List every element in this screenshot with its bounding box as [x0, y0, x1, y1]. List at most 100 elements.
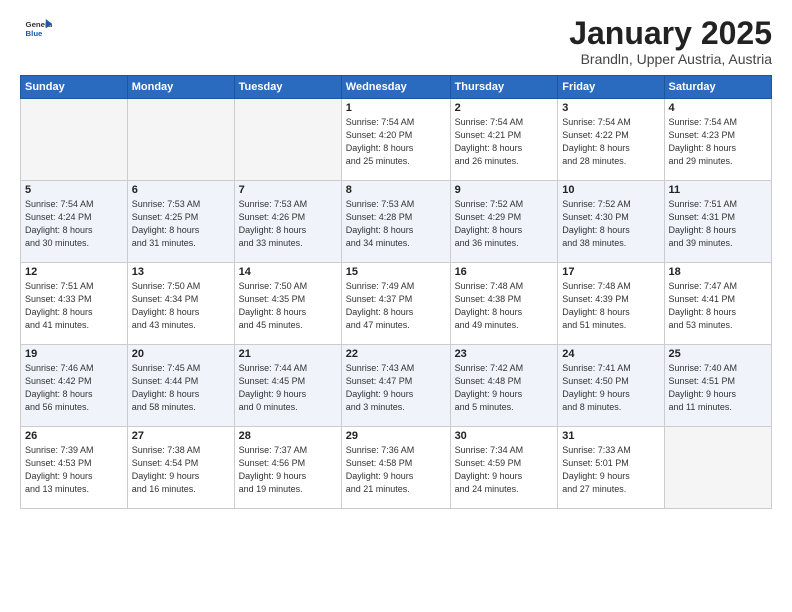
day-number: 22 — [346, 348, 446, 360]
day-info: Sunrise: 7:50 AM Sunset: 4:34 PM Dayligh… — [132, 280, 230, 332]
col-saturday: Saturday — [664, 76, 771, 99]
day-info: Sunrise: 7:52 AM Sunset: 4:30 PM Dayligh… — [562, 198, 659, 250]
table-row: 29 Sunrise: 7:36 AM Sunset: 4:58 PM Dayli… — [341, 427, 450, 509]
day-info: Sunrise: 7:47 AM Sunset: 4:41 PM Dayligh… — [669, 280, 767, 332]
day-number: 10 — [562, 184, 659, 196]
table-row: 2 Sunrise: 7:54 AM Sunset: 4:21 PM Daylig… — [450, 99, 558, 181]
location-title: Brandln, Upper Austria, Austria — [569, 51, 772, 67]
table-row: 10 Sunrise: 7:52 AM Sunset: 4:30 PM Dayli… — [558, 181, 664, 263]
col-tuesday: Tuesday — [234, 76, 341, 99]
table-row: 5 Sunrise: 7:54 AM Sunset: 4:24 PM Daylig… — [21, 181, 128, 263]
day-number: 9 — [455, 184, 554, 196]
day-number: 17 — [562, 266, 659, 278]
day-number: 25 — [669, 348, 767, 360]
day-number: 18 — [669, 266, 767, 278]
day-number: 5 — [25, 184, 123, 196]
day-info: Sunrise: 7:46 AM Sunset: 4:42 PM Dayligh… — [25, 362, 123, 414]
day-info: Sunrise: 7:51 AM Sunset: 4:33 PM Dayligh… — [25, 280, 123, 332]
day-number: 1 — [346, 102, 446, 114]
day-info: Sunrise: 7:40 AM Sunset: 4:51 PM Dayligh… — [669, 362, 767, 414]
day-info: Sunrise: 7:41 AM Sunset: 4:50 PM Dayligh… — [562, 362, 659, 414]
day-number: 24 — [562, 348, 659, 360]
day-number: 12 — [25, 266, 123, 278]
day-info: Sunrise: 7:54 AM Sunset: 4:22 PM Dayligh… — [562, 116, 659, 168]
table-row: 18 Sunrise: 7:47 AM Sunset: 4:41 PM Dayli… — [664, 263, 771, 345]
svg-text:Blue: Blue — [26, 29, 44, 38]
day-info: Sunrise: 7:37 AM Sunset: 4:56 PM Dayligh… — [239, 444, 337, 496]
day-number: 2 — [455, 102, 554, 114]
title-block: January 2025 Brandln, Upper Austria, Aus… — [569, 16, 772, 67]
table-row: 30 Sunrise: 7:34 AM Sunset: 4:59 PM Dayli… — [450, 427, 558, 509]
day-number: 28 — [239, 430, 337, 442]
col-wednesday: Wednesday — [341, 76, 450, 99]
table-row: 27 Sunrise: 7:38 AM Sunset: 4:54 PM Dayli… — [127, 427, 234, 509]
table-row: 15Sunrise: 7:49 AM Sunset: 4:37 PM Dayli… — [341, 263, 450, 345]
day-number: 8 — [346, 184, 446, 196]
logo: General Blue — [20, 16, 52, 44]
day-number: 13 — [132, 266, 230, 278]
day-info: Sunrise: 7:50 AM Sunset: 4:35 PM Dayligh… — [239, 280, 337, 332]
day-number: 30 — [455, 430, 554, 442]
day-info: Sunrise: 7:54 AM Sunset: 4:21 PM Dayligh… — [455, 116, 554, 168]
day-number: 20 — [132, 348, 230, 360]
month-title: January 2025 — [569, 16, 772, 51]
table-row — [234, 99, 341, 181]
table-row: 11 Sunrise: 7:51 AM Sunset: 4:31 PM Dayli… — [664, 181, 771, 263]
day-info: Sunrise: 7:51 AM Sunset: 4:31 PM Dayligh… — [669, 198, 767, 250]
day-info: Sunrise: 7:39 AM Sunset: 4:53 PM Dayligh… — [25, 444, 123, 496]
day-info: Sunrise: 7:54 AM Sunset: 4:23 PM Dayligh… — [669, 116, 767, 168]
day-info: Sunrise: 7:48 AM Sunset: 4:38 PM Dayligh… — [455, 280, 554, 332]
day-info: Sunrise: 7:43 AM Sunset: 4:47 PM Dayligh… — [346, 362, 446, 414]
table-row: 16 Sunrise: 7:48 AM Sunset: 4:38 PM Dayli… — [450, 263, 558, 345]
table-row: 21Sunrise: 7:44 AM Sunset: 4:45 PM Dayli… — [234, 345, 341, 427]
day-info: Sunrise: 7:53 AM Sunset: 4:25 PM Dayligh… — [132, 198, 230, 250]
col-monday: Monday — [127, 76, 234, 99]
day-info: Sunrise: 7:38 AM Sunset: 4:54 PM Dayligh… — [132, 444, 230, 496]
day-number: 16 — [455, 266, 554, 278]
table-row: 31Sunrise: 7:33 AM Sunset: 5:01 PM Dayli… — [558, 427, 664, 509]
table-row: 14 Sunrise: 7:50 AM Sunset: 4:35 PM Dayli… — [234, 263, 341, 345]
table-row: 25 Sunrise: 7:40 AM Sunset: 4:51 PM Dayli… — [664, 345, 771, 427]
day-number: 7 — [239, 184, 337, 196]
table-row: 28 Sunrise: 7:37 AM Sunset: 4:56 PM Dayli… — [234, 427, 341, 509]
day-number: 29 — [346, 430, 446, 442]
table-row: 20 Sunrise: 7:45 AM Sunset: 4:44 PM Dayli… — [127, 345, 234, 427]
day-info: Sunrise: 7:34 AM Sunset: 4:59 PM Dayligh… — [455, 444, 554, 496]
day-number: 31 — [562, 430, 659, 442]
day-number: 4 — [669, 102, 767, 114]
table-row: 7 Sunrise: 7:53 AM Sunset: 4:26 PM Daylig… — [234, 181, 341, 263]
table-row: 13 Sunrise: 7:50 AM Sunset: 4:34 PM Dayli… — [127, 263, 234, 345]
table-row: 1 Sunrise: 7:54 AM Sunset: 4:20 PM Daylig… — [341, 99, 450, 181]
table-row: 17Sunrise: 7:48 AM Sunset: 4:39 PM Dayli… — [558, 263, 664, 345]
day-number: 14 — [239, 266, 337, 278]
col-sunday: Sunday — [21, 76, 128, 99]
table-row — [664, 427, 771, 509]
day-info: Sunrise: 7:44 AM Sunset: 4:45 PM Dayligh… — [239, 362, 337, 414]
day-info: Sunrise: 7:54 AM Sunset: 4:24 PM Dayligh… — [25, 198, 123, 250]
table-row: 3 Sunrise: 7:54 AM Sunset: 4:22 PM Daylig… — [558, 99, 664, 181]
day-info: Sunrise: 7:45 AM Sunset: 4:44 PM Dayligh… — [132, 362, 230, 414]
day-number: 11 — [669, 184, 767, 196]
table-row: 24 Sunrise: 7:41 AM Sunset: 4:50 PM Dayli… — [558, 345, 664, 427]
day-info: Sunrise: 7:36 AM Sunset: 4:58 PM Dayligh… — [346, 444, 446, 496]
day-info: Sunrise: 7:49 AM Sunset: 4:37 PM Dayligh… — [346, 280, 446, 332]
table-row: 22 Sunrise: 7:43 AM Sunset: 4:47 PM Dayli… — [341, 345, 450, 427]
table-row — [21, 99, 128, 181]
table-row: 12 Sunrise: 7:51 AM Sunset: 4:33 PM Dayli… — [21, 263, 128, 345]
day-info: Sunrise: 7:53 AM Sunset: 4:26 PM Dayligh… — [239, 198, 337, 250]
calendar-header-row: Sunday Monday Tuesday Wednesday Thursday… — [21, 76, 772, 99]
day-number: 27 — [132, 430, 230, 442]
table-row: 8 Sunrise: 7:53 AM Sunset: 4:28 PM Daylig… — [341, 181, 450, 263]
day-info: Sunrise: 7:52 AM Sunset: 4:29 PM Dayligh… — [455, 198, 554, 250]
day-info: Sunrise: 7:54 AM Sunset: 4:20 PM Dayligh… — [346, 116, 446, 168]
col-thursday: Thursday — [450, 76, 558, 99]
day-info: Sunrise: 7:53 AM Sunset: 4:28 PM Dayligh… — [346, 198, 446, 250]
table-row: 4 Sunrise: 7:54 AM Sunset: 4:23 PM Daylig… — [664, 99, 771, 181]
table-row: 26Sunrise: 7:39 AM Sunset: 4:53 PM Dayli… — [21, 427, 128, 509]
day-number: 19 — [25, 348, 123, 360]
col-friday: Friday — [558, 76, 664, 99]
table-row: 23Sunrise: 7:42 AM Sunset: 4:48 PM Dayli… — [450, 345, 558, 427]
table-row: 19 Sunrise: 7:46 AM Sunset: 4:42 PM Dayli… — [21, 345, 128, 427]
table-row — [127, 99, 234, 181]
day-number: 3 — [562, 102, 659, 114]
